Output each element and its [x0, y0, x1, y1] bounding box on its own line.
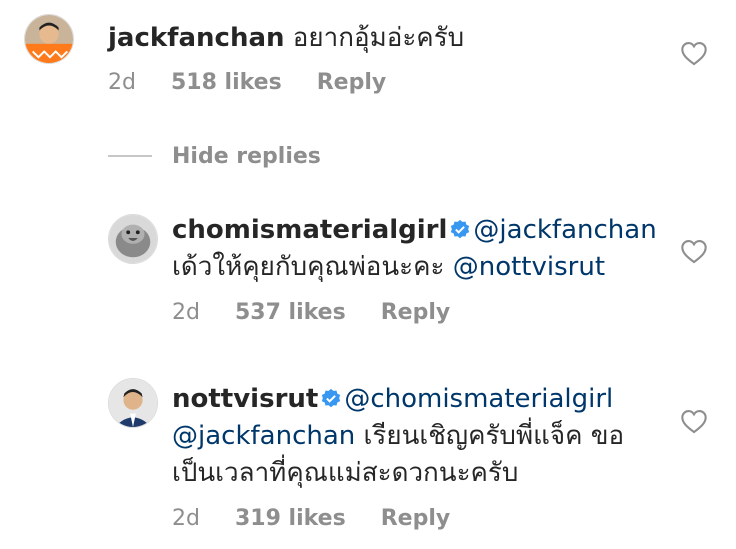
comment-body: เรียนเชิญครับพี่แจ็ค ขอ	[363, 421, 625, 451]
comment-time[interactable]: 2d	[172, 506, 200, 531]
avatar-jackfanchan[interactable]	[24, 14, 74, 64]
comment-body: อยากอุ้มอ่ะครับ	[292, 23, 465, 53]
comment-text-line3: เป็นเวลาที่คุณแม่สะดวกนะครับ	[172, 455, 518, 492]
comment-text-line2: @jackfanchan เรียนเชิญครับพี่แจ็ค ขอ	[172, 418, 624, 455]
mention-link[interactable]: @jackfanchan	[172, 421, 355, 451]
comment-text: nottvisrut @chomismaterialgirl	[172, 381, 613, 418]
comment-time[interactable]: 2d	[108, 70, 136, 95]
avatar-image	[109, 215, 157, 263]
username[interactable]: chomismaterialgirl	[172, 215, 447, 245]
comment-text: jackfanchan อยากอุ้มอ่ะครับ	[108, 20, 464, 57]
likes-count[interactable]: 518 likes	[171, 70, 282, 95]
username[interactable]: jackfanchan	[108, 23, 285, 53]
comment-text: chomismaterialgirl @jackfanchan	[172, 212, 657, 249]
likes-count[interactable]: 537 likes	[235, 300, 346, 325]
comment-body: เป็นเวลาที่คุณแม่สะดวกนะครับ	[172, 458, 519, 488]
heart-outline-icon[interactable]	[680, 40, 708, 66]
divider-line	[108, 155, 152, 157]
avatar-chomismaterialgirl[interactable]	[108, 214, 158, 264]
comment-meta: 2d 537 likes Reply	[172, 300, 478, 325]
reply-button[interactable]: Reply	[381, 300, 451, 325]
heart-outline-icon[interactable]	[680, 408, 708, 434]
verified-badge-icon	[451, 219, 470, 239]
avatar-image	[109, 379, 157, 427]
mention-link[interactable]: @chomismaterialgirl	[344, 384, 613, 414]
verified-badge-icon	[322, 388, 341, 408]
username[interactable]: nottvisrut	[172, 384, 318, 414]
comment-body: เด้วให้คุยกับคุณพ่อนะคะ	[172, 252, 445, 282]
avatar-nottvisrut[interactable]	[108, 378, 158, 428]
heart-outline-icon[interactable]	[680, 238, 708, 264]
comment-text-line2: เด้วให้คุยกับคุณพ่อนะคะ @nottvisrut	[172, 249, 605, 286]
reply-button[interactable]: Reply	[381, 506, 451, 531]
likes-count[interactable]: 319 likes	[235, 506, 346, 531]
comment-meta: 2d 518 likes Reply	[108, 70, 414, 95]
mention-link[interactable]: @nottvisrut	[453, 252, 605, 282]
hide-replies-button[interactable]: Hide replies	[108, 142, 321, 170]
avatar-image	[25, 15, 73, 63]
comment-time[interactable]: 2d	[172, 300, 200, 325]
mention-link[interactable]: @jackfanchan	[473, 215, 656, 245]
hide-replies-label: Hide replies	[172, 143, 321, 169]
comment-meta: 2d 319 likes Reply	[172, 506, 478, 531]
reply-button[interactable]: Reply	[317, 70, 387, 95]
